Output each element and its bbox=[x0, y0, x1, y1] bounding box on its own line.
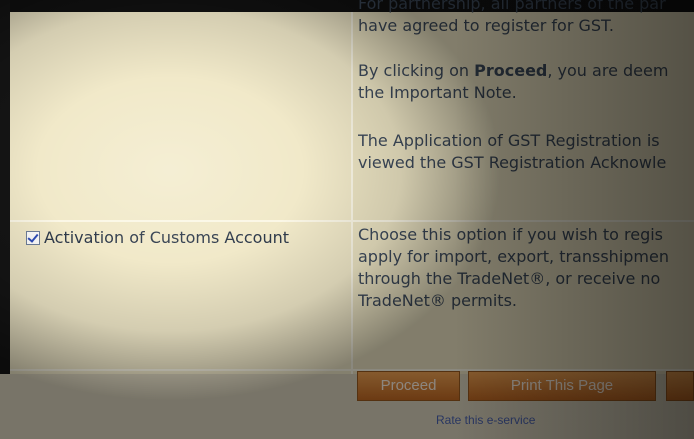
proceed-note: By clicking on Proceed, you are deem the… bbox=[358, 60, 694, 104]
proceed-note-bold: Proceed bbox=[474, 61, 548, 80]
application-note-line-2: viewed the GST Registration Acknowle bbox=[358, 153, 667, 172]
print-page-button[interactable]: Print This Page bbox=[468, 371, 656, 401]
gst-registration-page: For partnership, all partners of the par… bbox=[0, 0, 694, 439]
next-button-partial[interactable] bbox=[666, 371, 694, 401]
proceed-note-line-1: By clicking on Proceed, you are deem bbox=[358, 60, 694, 82]
partnership-note-line-1: For partnership, all partners of the par bbox=[358, 0, 666, 13]
application-note: The Application of GST Registration is v… bbox=[358, 130, 694, 174]
options-column bbox=[10, 12, 351, 374]
proceed-note-prefix: By clicking on bbox=[358, 61, 475, 80]
customs-description-line-4: TradeNet® permits. bbox=[358, 291, 517, 310]
application-note-line-1: The Application of GST Registration is bbox=[358, 131, 660, 150]
proceed-note-suffix: , you are deem bbox=[547, 61, 669, 80]
customs-description-line-1: Choose this option if you wish to regis bbox=[358, 225, 664, 244]
partnership-note: For partnership, all partners of the par… bbox=[358, 0, 694, 37]
row-divider bbox=[10, 220, 694, 222]
customs-account-checkbox[interactable] bbox=[26, 230, 40, 245]
customs-account-description: Choose this option if you wish to regis … bbox=[358, 224, 694, 312]
customs-account-option[interactable]: Activation of Customs Account bbox=[26, 228, 289, 247]
customs-description-line-2: apply for import, export, transshipmen bbox=[358, 247, 669, 266]
customs-account-label: Activation of Customs Account bbox=[44, 228, 290, 247]
proceed-button[interactable]: Proceed bbox=[357, 371, 460, 401]
partnership-note-line-2: have agreed to register for GST. bbox=[358, 16, 614, 35]
proceed-note-line-2: the Important Note. bbox=[358, 83, 517, 102]
rate-eservice-link[interactable]: Rate this e-service bbox=[436, 413, 535, 427]
customs-description-line-3: through the TradeNet®, or receive no bbox=[358, 269, 661, 288]
